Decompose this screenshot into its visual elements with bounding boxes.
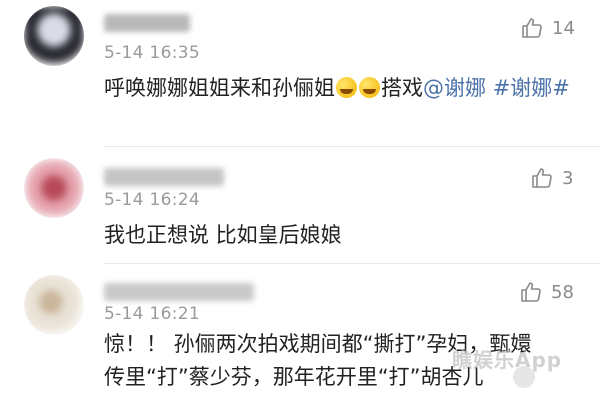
like-count: 3 <box>562 167 574 189</box>
like-button[interactable]: 58 <box>519 280 574 304</box>
topic-part: #谢 <box>492 76 532 100</box>
username[interactable] <box>104 168 224 186</box>
like-count: 58 <box>551 281 574 303</box>
like-count: 14 <box>552 17 575 39</box>
avatar[interactable] <box>24 275 84 335</box>
mention-link[interactable]: @谢娜 <box>423 76 486 100</box>
comment-time: 5-14 16:35 <box>104 43 200 63</box>
grin-emoji-icon <box>336 77 357 98</box>
comment-time: 5-14 16:21 <box>104 304 200 324</box>
watermark-logo-icon <box>513 366 535 388</box>
avatar[interactable] <box>24 158 84 218</box>
like-button[interactable]: 3 <box>530 166 573 190</box>
comment-text: 我也正想说 比如皇后娘娘 <box>104 223 342 247</box>
topic-link[interactable]: #谢娜# <box>493 76 570 100</box>
thumbs-up-icon <box>521 282 541 302</box>
watermark: 瞧娱乐App <box>452 348 563 372</box>
comment-text-part: 呼唤娜娜姐姐来和孙俪姐 <box>104 76 335 100</box>
avatar[interactable] <box>24 6 84 66</box>
thumbs-up-icon <box>532 168 552 188</box>
comment-item: 5-14 16:35 14 呼唤娜娜姐姐来和孙俪姐 搭戏@谢娜 #谢娜# <box>0 0 600 142</box>
comment-text: 呼唤娜娜姐姐来和孙俪姐 搭戏@谢娜 #谢娜# <box>104 72 574 105</box>
comment-item: 5-14 16:21 58 惊！！ 孙俪两次拍戏期间都“撕打”孕妇，甄嬛 传里“… <box>0 263 600 403</box>
username[interactable] <box>104 283 254 301</box>
comment-text-part: 搭戏 <box>381 76 423 100</box>
topic-part: 娜# <box>531 76 570 100</box>
comment-time: 5-14 16:24 <box>104 190 200 210</box>
comment-item: 5-14 16:24 3 我也正想说 比如皇后娘娘 <box>0 146 600 261</box>
username[interactable] <box>104 14 190 32</box>
thumbs-up-icon <box>522 18 542 38</box>
like-button[interactable]: 14 <box>520 16 575 40</box>
grin-emoji-icon <box>359 77 380 98</box>
